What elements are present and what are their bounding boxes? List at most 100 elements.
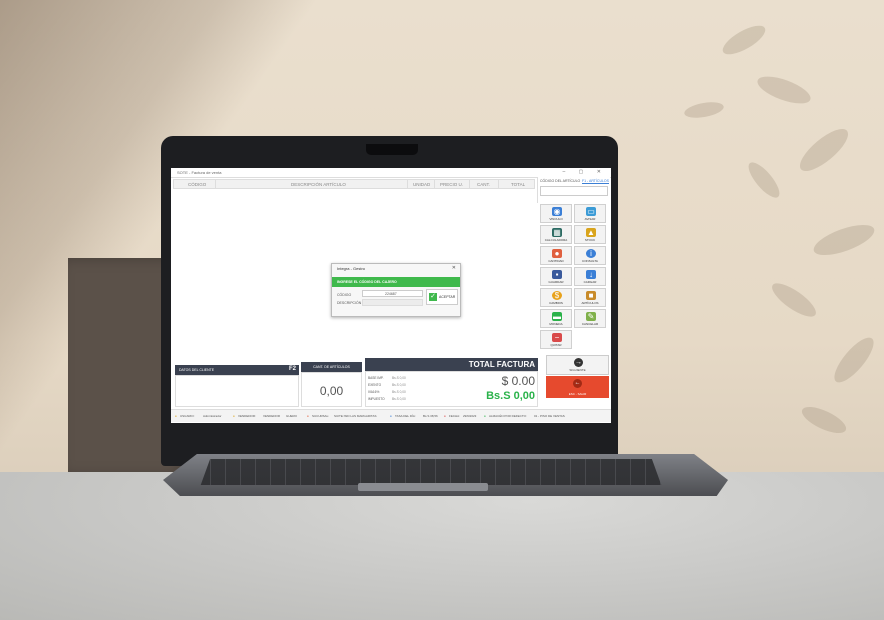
- camera-notch: [366, 144, 418, 155]
- window-controls[interactable]: – ▢ ✕: [563, 169, 607, 175]
- tile-label: CARGAR: [583, 280, 597, 284]
- col-total: TOTAL: [511, 182, 526, 187]
- tile-label: CAMBIOS: [549, 301, 563, 305]
- next-label: SIGUIENTE: [569, 368, 586, 372]
- check-icon: ✓: [429, 293, 437, 301]
- seller-icon: ●: [233, 414, 235, 418]
- quantity-header: CANT. DE ARTÍCULOS: [301, 362, 362, 372]
- trackpad: [358, 483, 488, 491]
- dialog-banner: INGRESE EL CÓDIGO DEL CAJERO: [332, 277, 460, 287]
- tile-moneda[interactable]: ▬ MONEDA: [540, 309, 572, 328]
- app-screen: SOTE - Factura de venta – ▢ ✕ CÓDIGO DES…: [171, 168, 611, 423]
- status-warehouse-label: ALMACÉN POR DEFECTO:: [489, 414, 527, 418]
- exit-label: ESC - SALIR: [568, 392, 587, 396]
- status-date: 29/9/2023: [463, 414, 477, 418]
- next-button[interactable]: → SIGUIENTE: [546, 355, 609, 375]
- tile-avisar[interactable]: ▭ AVISAR: [574, 204, 606, 223]
- status-user-label: USUARIO:: [180, 414, 195, 418]
- total-usd: $ 0.00: [501, 374, 535, 388]
- product-code-panel: CÓDIGO DEL ARTÍCULO F1 - ARTÍCULOS: [537, 177, 610, 203]
- total-ves: Bs.S 0,00: [486, 390, 535, 402]
- tile-label: CANTIDAD: [548, 259, 564, 263]
- dialog-description-label: DESCRIPCIÓN: [337, 301, 362, 305]
- status-bar: ● USUARIO: Administrador ● VENDEDOR: VEN…: [171, 409, 611, 422]
- tile-cancelar[interactable]: ✎ CANCELAR: [574, 309, 606, 328]
- exit-button[interactable]: ← ESC - SALIR: [546, 376, 609, 398]
- client-panel-body: [175, 375, 299, 407]
- status-warehouse: 01 - PISO DE VENTAS: [534, 414, 565, 418]
- tile-label: CANCELAR: [581, 322, 599, 326]
- status-branch-label: SUCURSAL:: [312, 414, 330, 418]
- items-table-header: CÓDIGO DESCRIPCIÓN ARTÍCULO UNIDAD PRECI…: [173, 179, 535, 189]
- cancel-icon: ✎: [586, 312, 596, 321]
- remove-icon: −: [552, 333, 562, 342]
- articles-link[interactable]: F1 - ARTÍCULOS: [582, 179, 609, 183]
- cashier-code-value: 224687: [385, 292, 397, 296]
- stock-icon: ▲: [586, 228, 596, 237]
- status-branch: SUITE ISID LAS MARGARITAS: [334, 414, 377, 418]
- total-row: IVA16% Bs.S 0,00: [368, 390, 406, 394]
- product-code-label: CÓDIGO DEL ARTÍCULO: [540, 179, 581, 183]
- exit-icon: ←: [573, 379, 582, 388]
- quantity-value: 0,00: [319, 384, 344, 398]
- col-codigo: CÓDIGO: [188, 182, 207, 187]
- status-rate: Bs.S 38,56: [423, 414, 438, 418]
- column-divider: [434, 179, 435, 189]
- quantity-title: CANT. DE ARTÍCULOS: [313, 365, 350, 369]
- tile-quitar[interactable]: − QUITAR: [540, 330, 572, 349]
- quantity-icon: ●: [552, 249, 562, 258]
- cashier-description-field: [362, 299, 423, 306]
- box-icon: ■: [586, 291, 596, 300]
- client-shortcut: F2: [288, 366, 296, 372]
- tile-label: MONEDA: [549, 322, 563, 326]
- coins-icon: $: [552, 291, 562, 300]
- column-divider: [407, 179, 408, 189]
- tile-label: GUARDAR: [548, 280, 564, 284]
- tile-label: AVISAR: [584, 217, 596, 221]
- total-row: IMPUESTO Bs.S 0,00: [368, 397, 406, 401]
- monitor-icon: ▭: [586, 207, 596, 216]
- tile-vinculo[interactable]: ◉ VINCULO: [540, 204, 572, 223]
- tile-cambios[interactable]: $ CAMBIOS: [540, 288, 572, 307]
- column-divider: [498, 179, 499, 189]
- dialog-code-label: CÓDIGO: [337, 293, 352, 297]
- tile-label: ARTÍCULOS: [581, 301, 599, 305]
- tile-label: CONSULTA: [582, 259, 598, 263]
- tile-articulos[interactable]: ■ ARTÍCULOS: [574, 288, 606, 307]
- tile-cantidad[interactable]: ● CANTIDAD: [540, 246, 572, 265]
- cashier-code-input[interactable]: 224687: [362, 290, 423, 297]
- laptop-chin: [171, 423, 611, 459]
- status-date-label: FECHA:: [449, 414, 461, 418]
- total-title: TOTAL FACTURA: [468, 360, 535, 369]
- tile-consulta[interactable]: i CONSULTA: [574, 246, 606, 265]
- client-title: DATOS DEL CLIENTE: [179, 368, 215, 372]
- user-icon: ●: [175, 414, 177, 418]
- tile-stock[interactable]: ▲ STOCK: [574, 225, 606, 244]
- cashier-dialog: Integra - Gestro ✕ INGRESE EL CÓDIGO DEL…: [331, 263, 461, 317]
- tile-calculadora[interactable]: ▦ CALCULADORA: [540, 225, 572, 244]
- arrow-right-icon: →: [574, 358, 583, 367]
- product-code-input[interactable]: [540, 186, 608, 196]
- totals-panel: BASE IMP. Bs.S 0,00 EXENTO Bs.S 0,00 IVA16…: [365, 371, 538, 407]
- client-panel-header[interactable]: DATOS DEL CLIENTE F2: [175, 365, 299, 375]
- status-seller: VENDEDOR: [263, 414, 281, 418]
- download-icon: ↓: [586, 270, 596, 279]
- col-descripcion: DESCRIPCIÓN ARTÍCULO: [291, 182, 346, 187]
- accept-button[interactable]: ✓ ACEPTAR: [426, 289, 458, 305]
- tile-guardar[interactable]: ▪ GUARDAR: [540, 267, 572, 286]
- status-user: Administrador: [203, 414, 222, 418]
- calculator-icon: ▦: [552, 228, 562, 237]
- close-icon[interactable]: ✕: [452, 265, 456, 271]
- col-cant: CANT.: [477, 182, 491, 187]
- rate-icon: ●: [390, 414, 392, 418]
- column-divider: [215, 179, 216, 189]
- column-divider: [469, 179, 470, 189]
- info-icon: i: [586, 249, 596, 258]
- tile-label: STOCK: [584, 238, 596, 242]
- total-row: EXENTO Bs.S 0,00: [368, 383, 406, 387]
- branch-icon: ●: [307, 414, 309, 418]
- col-unidad: UNIDAD: [413, 182, 431, 187]
- total-row: BASE IMP. Bs.S 0,00: [368, 376, 406, 380]
- tile-label: CALCULADORA: [544, 238, 568, 242]
- tile-cargar[interactable]: ↓ CARGAR: [574, 267, 606, 286]
